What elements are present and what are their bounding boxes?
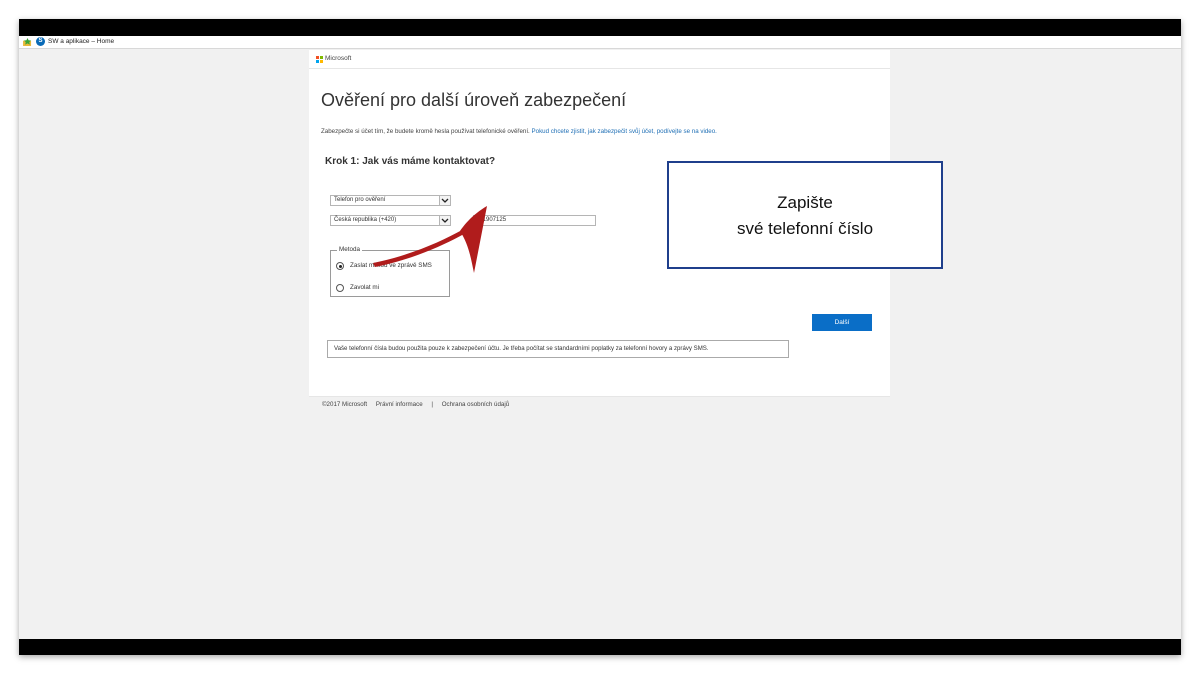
country-select[interactable]: Česká republika (+420) [330,215,451,226]
favorites-star-icon[interactable] [23,38,32,46]
method-option-label: Zavolat mi [350,284,380,291]
method-fieldset: Metoda Zaslat mi kód ve zprávě SMS Zavol… [330,246,450,297]
sharepoint-icon: S [36,37,45,46]
phone-number-input[interactable]: 731907125 [473,215,596,226]
step-title: Krok 1: Jak vás máme kontaktovat? [325,156,496,167]
footer-text: ©2017 Microsoft Právní informace | Ochra… [322,401,516,408]
footer: ©2017 Microsoft Právní informace | Ochra… [309,396,890,408]
microsoft-header: Microsoft [309,50,890,69]
phone-type-select[interactable]: Telefon pro ověření [330,195,451,206]
intro-text: Zabezpečte si účet tím, že budete kromě … [321,128,717,135]
callout-line-1: Zapište [777,193,833,212]
method-legend: Metoda [337,246,363,253]
radio-selected-icon[interactable] [336,262,344,270]
privacy-link[interactable]: Ochrana osobních údajů [442,401,509,408]
top-black-bar [19,19,1181,36]
country-value: Česká republika (+420) [334,217,397,223]
microsoft-logo-icon [316,56,323,63]
info-note: Vaše telefonní čísla budou použita pouze… [327,340,789,358]
phone-type-value: Telefon pro ověření [334,197,386,203]
method-option-label: Zaslat mi kód ve zprávě SMS [350,262,432,269]
callout-line-2: své telefonní číslo [736,219,874,238]
next-button[interactable]: Další [812,314,872,331]
instruction-callout: Zapište své telefonní číslo [667,161,943,269]
favorites-bar: S SW a aplikace – Home [19,36,1181,49]
favorites-link-sw-aplikace[interactable]: SW a aplikace – Home [48,38,114,45]
radio-unselected-icon[interactable] [336,284,344,292]
bottom-black-bar [19,639,1181,655]
intro-description: Zabezpečte si účet tím, že budete kromě … [321,128,530,135]
video-help-link[interactable]: Pokud chcete zjistit, jak zabezpečit svů… [532,128,717,135]
microsoft-brand: Microsoft [325,55,352,62]
page-title: Ověření pro další úroveň zabezpečení [321,90,627,110]
copyright: ©2017 Microsoft [322,401,368,408]
chevron-down-icon[interactable] [439,216,450,225]
browser-frame: S SW a aplikace – Home Microsoft Ověření… [19,19,1181,655]
chevron-down-icon[interactable] [439,196,450,205]
footer-separator: | [431,401,433,408]
legal-link[interactable]: Právní informace [376,401,423,408]
